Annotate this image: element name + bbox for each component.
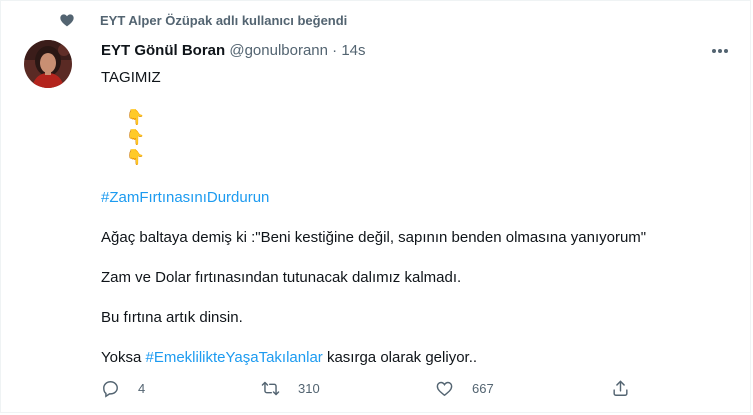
reply-icon	[103, 381, 118, 398]
tweet-line-2: Ağaç baltaya demiş ki :"Beni kestiğine d…	[101, 229, 647, 246]
like-count: 667	[472, 381, 494, 396]
reply-button[interactable]: 4	[101, 379, 145, 398]
tweet-card[interactable]: EYT Alper Özüpak adlı kullanıcı beğendi …	[0, 0, 751, 413]
more-options-button[interactable]	[706, 41, 734, 61]
retweet-icon	[261, 381, 280, 396]
action-bar: 4 310 667	[101, 379, 641, 405]
tweet-header: EYT Gönül Boran @gonulborann · 14s	[101, 41, 366, 61]
like-button[interactable]: 667	[435, 379, 494, 398]
share-icon	[613, 380, 628, 396]
tweet-line-1: TAGIMIZ	[101, 69, 161, 86]
tweet-time[interactable]: 14s	[341, 42, 365, 59]
pointing-down-emoji-1: 👇	[126, 109, 145, 126]
line5-suffix: kasırga olarak geliyor..	[322, 349, 478, 366]
tweet-line-3: Zam ve Dolar fırtınasından tutunacak dal…	[101, 269, 462, 286]
avatar[interactable]	[24, 40, 72, 88]
pointing-down-emoji-3: 👇	[126, 149, 145, 166]
retweet-count: 310	[298, 381, 320, 396]
tweet-text: TAGIMIZ 👇 👇 👇 #ZamFırtınasınıDurdurun Ağ…	[101, 68, 721, 368]
like-icon	[436, 381, 453, 397]
more-icon	[712, 49, 728, 53]
tweet-line-4: Bu fırtına artık dinsin.	[101, 309, 243, 326]
reply-count: 4	[138, 381, 146, 396]
avatar-image	[24, 40, 72, 88]
separator: ·	[332, 42, 338, 59]
heart-icon	[60, 14, 74, 27]
hashtag-emeklilik[interactable]: #EmeklilikteYaşaTakılanlar	[145, 349, 322, 366]
line5-prefix: Yoksa	[101, 349, 146, 366]
social-context-text[interactable]: EYT Alper Özüpak adlı kullanıcı beğendi	[100, 13, 347, 28]
emoji-row: 👇 👇 👇	[101, 88, 721, 188]
pointing-down-emoji-2: 👇	[126, 129, 145, 146]
retweet-button[interactable]: 310	[261, 379, 320, 398]
author-name[interactable]: EYT Gönül Boran	[101, 42, 225, 59]
share-button[interactable]	[611, 379, 630, 398]
author-handle[interactable]: @gonulborann	[229, 42, 328, 59]
hashtag-zam[interactable]: #ZamFırtınasınıDurdurun	[101, 189, 269, 206]
tweet-line-5: Yoksa #EmeklilikteYaşaTakılanlar kasırga…	[101, 348, 721, 368]
